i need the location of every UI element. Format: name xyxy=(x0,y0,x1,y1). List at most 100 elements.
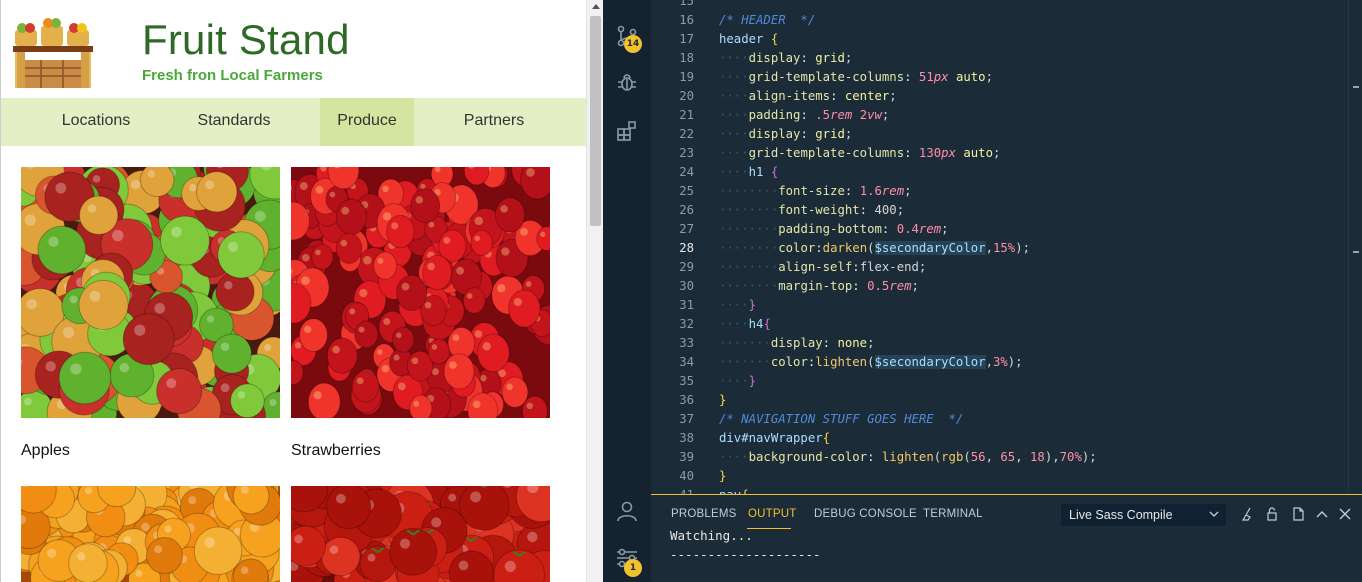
line-number: 23 xyxy=(679,146,694,160)
product-name-apples: Apples xyxy=(21,442,70,459)
line-number: 40 xyxy=(679,469,694,483)
code-text: ····padding: .5rem 2vw; xyxy=(719,108,890,122)
code-line[interactable]: 27 ········padding-bottom: 0.4rem; xyxy=(651,220,1341,239)
code-line[interactable]: 24 ····h1 { xyxy=(651,163,1341,182)
code-text: ····} xyxy=(719,298,757,312)
tomatoes-image[interactable] xyxy=(291,486,550,582)
code-line[interactable]: 32 ····h4{ xyxy=(651,315,1341,334)
code-line[interactable]: 40} xyxy=(651,467,1341,486)
code-text: ····grid-template-columns: 51px auto; xyxy=(719,70,993,84)
apples-image[interactable] xyxy=(21,167,280,418)
line-number: 28 xyxy=(679,241,694,255)
code-text: header { xyxy=(719,32,779,46)
code-line[interactable]: 34 ·······color:lighten($secondaryColor,3… xyxy=(651,353,1341,372)
code-line[interactable]: 23 ····grid-template-columns: 130px auto; xyxy=(651,144,1341,163)
code-line[interactable]: 20 ····align-items: center; xyxy=(651,87,1341,106)
line-number: 30 xyxy=(679,279,694,293)
code-text: ····display: grid; xyxy=(719,127,853,141)
code-line[interactable]: 33 ·······display: none; xyxy=(651,334,1341,353)
code-line[interactable]: 15 xyxy=(651,0,1341,11)
open-log-icon[interactable] xyxy=(1290,506,1306,522)
line-number: 34 xyxy=(679,355,694,369)
line-number: 35 xyxy=(679,374,694,388)
active-tab-indicator xyxy=(747,528,791,529)
code-line[interactable]: 18 ····display: grid; xyxy=(651,49,1341,68)
tab-output[interactable]: OUTPUT xyxy=(748,508,796,520)
line-number: 15 xyxy=(679,0,694,8)
line-number: 31 xyxy=(679,298,694,312)
clear-output-icon[interactable] xyxy=(1240,506,1256,522)
code-text: ········align-self:flex-end; xyxy=(719,260,927,274)
code-text: ····grid-template-columns: 130px auto; xyxy=(719,146,1001,160)
nav-produce[interactable]: Produce xyxy=(320,98,414,146)
code-line[interactable]: 19 ····grid-template-columns: 51px auto; xyxy=(651,68,1341,87)
vscode-window: 14 1 15 16 /* HEADER */ 17 header {18 ····dis… xyxy=(603,0,1362,582)
oranges-image[interactable] xyxy=(21,486,280,582)
browser-scrollbar[interactable] xyxy=(586,0,604,582)
code-line[interactable]: 22 ····display: grid; xyxy=(651,125,1341,144)
fruit-stand-logo xyxy=(13,18,93,88)
line-number: 37 xyxy=(679,412,694,426)
nav-locations[interactable]: Locations xyxy=(44,98,148,146)
line-number: 24 xyxy=(679,165,694,179)
line-number: 18 xyxy=(679,51,694,65)
line-number: 19 xyxy=(679,70,694,84)
orange-pile xyxy=(21,486,280,582)
manage-badge: 1 xyxy=(624,559,642,577)
code-line[interactable]: 31 ····} xyxy=(651,296,1341,315)
code-line[interactable]: 28 ········color:darken($secondaryColor,1… xyxy=(651,239,1341,258)
code-line[interactable]: 39 ····background-color: lighten(rgb(56, … xyxy=(651,448,1341,467)
line-number: 17 xyxy=(679,32,694,46)
code-line[interactable]: 17 header { xyxy=(651,30,1341,49)
code-line[interactable]: 37 /* NAVIGATION STUFF GOES HERE */ xyxy=(651,410,1341,429)
output-channel-select[interactable]: Live Sass Compile xyxy=(1061,504,1226,526)
editor-scrollbar[interactable] xyxy=(1348,0,1362,494)
line-number: 39 xyxy=(679,450,694,464)
output-line: -------------------- xyxy=(670,547,821,562)
code-line[interactable]: 41 nav{ xyxy=(651,486,1341,494)
line-number: 36 xyxy=(679,393,694,407)
extensions-icon[interactable] xyxy=(615,119,639,143)
scroll-up-icon[interactable] xyxy=(592,4,600,9)
code-line[interactable]: 16 /* HEADER */ xyxy=(651,11,1341,30)
code-line[interactable]: 26 ········font-weight: 400; xyxy=(651,201,1341,220)
scroll-marker xyxy=(1353,86,1359,88)
debug-icon[interactable] xyxy=(615,70,639,94)
site-header: Fruit Stand Fresh fron Local Farmers xyxy=(1,0,586,98)
site-nav: Locations Standards Produce Partners xyxy=(1,98,586,146)
tomato-pile xyxy=(291,486,550,582)
tab-debug-console[interactable]: DEBUG CONSOLE xyxy=(814,508,917,520)
browser-scroll-thumb[interactable] xyxy=(590,16,601,226)
nav-standards[interactable]: Standards xyxy=(164,98,304,146)
line-number: 27 xyxy=(679,222,694,236)
tab-terminal[interactable]: TERMINAL xyxy=(923,508,983,520)
browser-window: Fruit Stand Fresh fron Local Farmers Loc… xyxy=(0,0,604,582)
code-line[interactable]: 30 ········margin-top: 0.5rem; xyxy=(651,277,1341,296)
code-text: nav{ xyxy=(719,486,749,494)
line-number: 38 xyxy=(679,431,694,445)
code-text: ········margin-top: 0.5rem; xyxy=(719,279,919,293)
close-panel-icon[interactable] xyxy=(1337,506,1353,522)
code-line[interactable]: 38 div#navWrapper{ xyxy=(651,429,1341,448)
strawberries-image[interactable] xyxy=(291,167,550,418)
line-number: 25 xyxy=(679,184,694,198)
output-line: Watching... xyxy=(670,528,753,543)
nav-partners[interactable]: Partners xyxy=(431,98,557,146)
code-editor[interactable]: 15 16 /* HEADER */ 17 header {18 ····display:… xyxy=(651,0,1362,494)
code-line[interactable]: 35 ····} xyxy=(651,372,1341,391)
code-text: ····} xyxy=(719,374,757,388)
code-text: ····h1 { xyxy=(719,165,779,179)
scroll-marker xyxy=(1353,251,1359,253)
line-number: 29 xyxy=(679,260,694,274)
activity-bar: 14 1 xyxy=(603,0,651,582)
code-line[interactable]: 36} xyxy=(651,391,1341,410)
lock-scroll-icon[interactable] xyxy=(1264,506,1280,522)
code-line[interactable]: 29 ········align-self:flex-end; xyxy=(651,258,1341,277)
code-line[interactable]: 21 ····padding: .5rem 2vw; xyxy=(651,106,1341,125)
line-number: 20 xyxy=(679,89,694,103)
account-icon[interactable] xyxy=(615,499,639,523)
maximize-panel-icon[interactable] xyxy=(1314,506,1330,522)
code-line[interactable]: 25 ········font-size: 1.6rem; xyxy=(651,182,1341,201)
tab-problems[interactable]: PROBLEMS xyxy=(671,508,737,520)
code-text: /* NAVIGATION STUFF GOES HERE */ xyxy=(719,412,964,426)
